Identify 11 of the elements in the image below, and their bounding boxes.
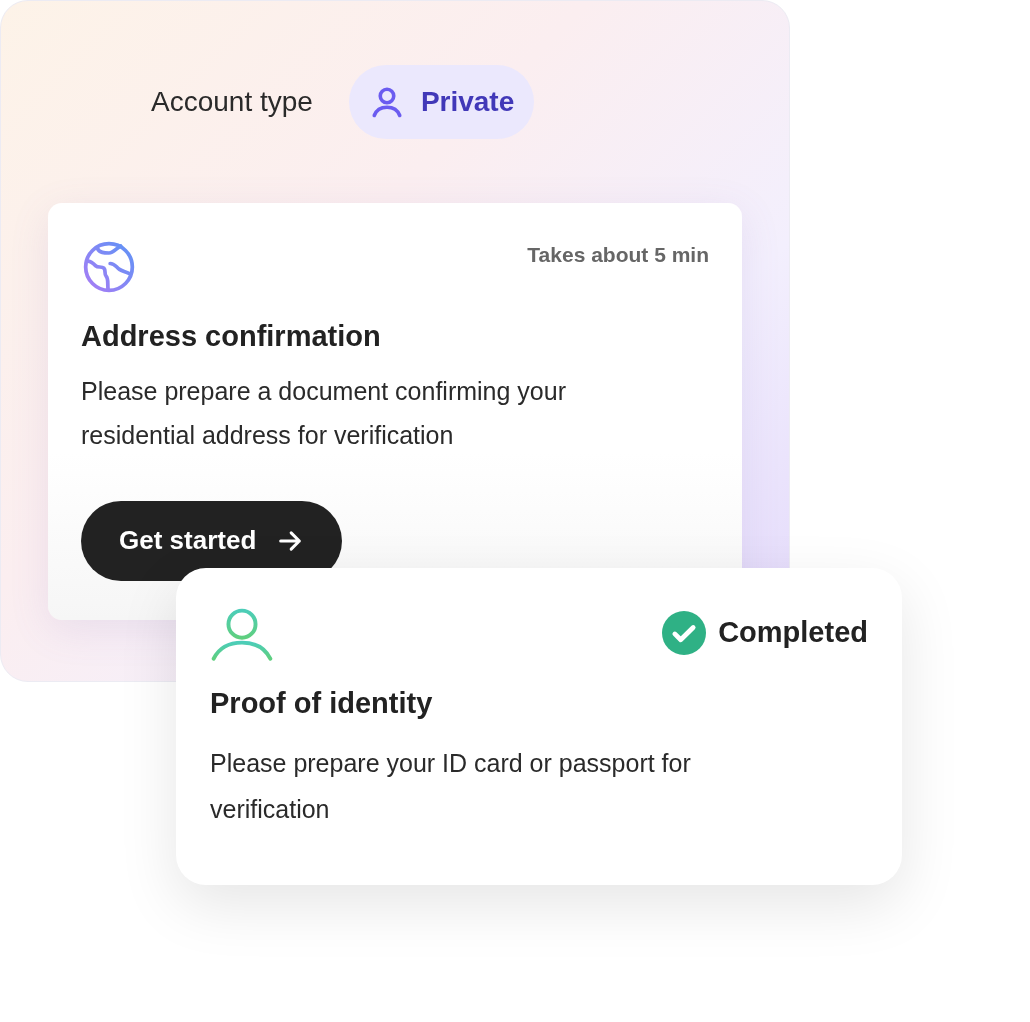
card-description: Please prepare your ID card or passport for verification	[210, 747, 692, 825]
account-type-chip[interactable]: Private	[348, 65, 535, 139]
status-label: Completed	[718, 615, 868, 651]
globe-icon	[81, 239, 137, 295]
person-icon	[210, 606, 274, 662]
account-type-label: Account type	[151, 85, 313, 119]
duration-label: Takes about 5 min	[527, 242, 709, 268]
card-title: Proof of identity	[210, 686, 434, 721]
get-started-button[interactable]: Get started	[81, 500, 343, 581]
card-description: Please prepare a document confirming your residential address for verification	[81, 375, 567, 451]
card-title: Address confirmation	[81, 319, 382, 354]
